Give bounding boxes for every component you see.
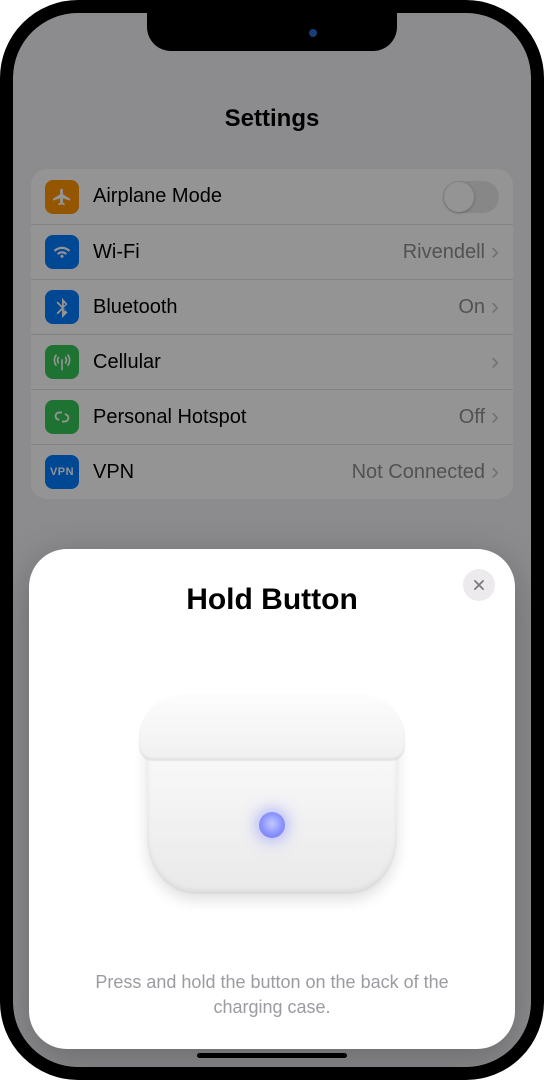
close-button[interactable]	[463, 569, 495, 601]
camera-dot	[309, 29, 317, 37]
home-indicator[interactable]	[197, 1053, 347, 1058]
pairing-sheet: Hold Button Press and hold the button on…	[29, 549, 515, 1049]
notch	[147, 13, 397, 51]
iphone-frame: Settings Airplane Mode Wi-Fi Rivendell ›	[0, 0, 544, 1080]
status-light-icon	[259, 812, 285, 838]
screen: Settings Airplane Mode Wi-Fi Rivendell ›	[13, 13, 531, 1067]
sheet-instruction: Press and hold the button on the back of…	[55, 970, 489, 1019]
sheet-title: Hold Button	[186, 583, 358, 617]
airpods-illustration	[55, 617, 489, 970]
case-lid	[139, 694, 405, 760]
airpods-case	[147, 694, 397, 894]
